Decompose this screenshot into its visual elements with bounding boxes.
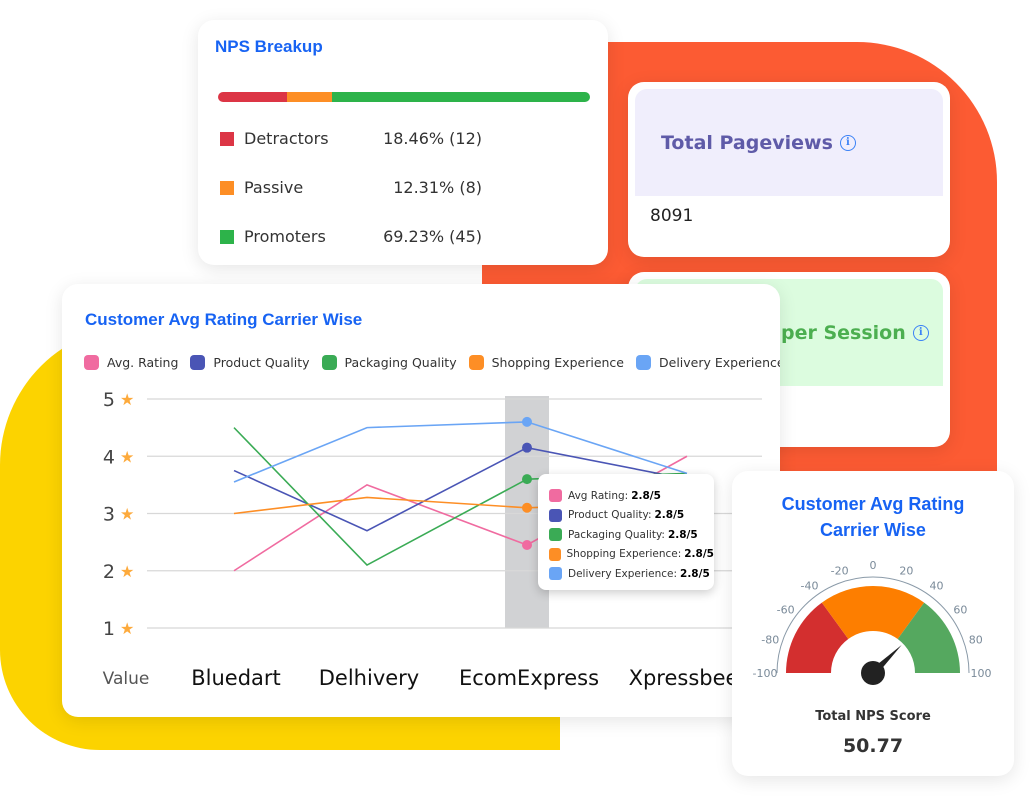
nps-label: Promoters	[244, 227, 326, 246]
y-tick-label: 4	[103, 446, 115, 468]
total-pageviews-title: Total Pageviews	[661, 131, 833, 154]
gauge-tick-label: 80	[969, 634, 983, 647]
nps-row-detractors: Detractors 18.46% (12)	[220, 129, 482, 148]
gauge-needle-hub	[861, 661, 885, 685]
tooltip-swatch	[549, 528, 562, 542]
star-icon: ★	[120, 447, 134, 466]
tooltip-row: Delivery Experience: 2.8/5	[549, 564, 714, 584]
gauge-label: Total NPS Score	[815, 709, 931, 724]
total-pageviews-value: 8091	[650, 206, 694, 226]
tooltip-label: Packaging Quality:	[568, 528, 665, 541]
tooltip-label: Delivery Experience:	[568, 567, 678, 580]
star-icon: ★	[120, 562, 134, 581]
nps-value: 12.31% (8)	[393, 178, 482, 197]
data-point	[522, 474, 532, 485]
tooltip-swatch	[549, 508, 562, 522]
gauge-tick-label: 60	[953, 604, 967, 617]
star-icon: ★	[120, 505, 134, 524]
tooltip-value: 2.8/5	[680, 567, 710, 580]
chart-tooltip: Avg Rating: 2.8/5 Product Quality: 2.8/5 Pac…	[538, 474, 714, 590]
x-tick-label: EcomExpress	[459, 666, 599, 690]
tooltip-label: Shopping Experience:	[566, 548, 682, 561]
tooltip-row: Shopping Experience: 2.8/5	[549, 545, 714, 565]
info-icon[interactable]: i	[912, 324, 929, 341]
nps-bar-passive	[286, 92, 333, 102]
y-tick-label: 5	[103, 389, 115, 411]
tooltip-label: Avg Rating:	[568, 489, 629, 502]
x-tick-label: Delhivery	[319, 666, 419, 690]
tooltip-swatch	[549, 547, 561, 561]
tooltip-swatch	[549, 567, 562, 581]
data-point	[522, 416, 532, 427]
data-point	[522, 442, 532, 453]
nps-value: 69.23% (45)	[383, 227, 482, 246]
gauge-tick-label: 0	[870, 559, 877, 572]
nps-gauge-card: Customer Avg Rating Carrier Wise -100 -80…	[732, 471, 1014, 776]
nps-bar-promoters	[332, 92, 590, 102]
gauge-value: 50.77	[842, 735, 904, 757]
star-icon: ★	[120, 390, 134, 409]
nps-value: 18.46% (12)	[383, 129, 482, 148]
tooltip-value: 2.8/5	[667, 528, 698, 541]
x-axis-label: Value	[103, 669, 150, 689]
nps-row-passive: Passive 12.31% (8)	[220, 178, 482, 197]
nps-label: Detractors	[244, 129, 329, 148]
tooltip-label: Product Quality:	[568, 509, 652, 522]
passive-swatch	[220, 180, 234, 195]
tooltip-value: 2.8/5	[631, 489, 661, 502]
nps-label: Passive	[244, 178, 304, 197]
gauge-tick-label: -20	[831, 564, 849, 577]
tooltip-row: Product Quality: 2.8/5	[549, 506, 714, 526]
data-point	[522, 502, 532, 513]
x-tick-label: Bluedart	[191, 666, 281, 690]
tooltip-row: Packaging Quality: 2.8/5	[549, 525, 714, 545]
star-icon: ★	[120, 619, 134, 638]
total-pageviews-header: Total Pageviews i	[635, 89, 943, 196]
rating-chart-card: Customer Avg Rating Carrier Wise Avg. Ra…	[62, 284, 780, 717]
tooltip-swatch	[549, 489, 562, 503]
gauge-tick-label: -80	[761, 634, 779, 647]
promoters-swatch	[220, 229, 234, 244]
gauge-tick-label: -40	[801, 580, 819, 593]
gauge-tick-label: -60	[777, 604, 795, 617]
y-tick-label: 2	[103, 561, 115, 583]
nps-bar-detractors	[218, 92, 287, 102]
tooltip-value: 2.8/5	[684, 548, 714, 561]
gauge-tick-label: 20	[899, 564, 913, 577]
nps-stacked-bar	[218, 92, 590, 102]
gauge-tick-label: 40	[929, 580, 943, 593]
detractors-swatch	[220, 131, 234, 146]
data-point	[522, 539, 532, 550]
gauge-tick-label: 100	[971, 667, 992, 680]
nps-row-promoters: Promoters 69.23% (45)	[220, 227, 482, 246]
gauge-chart: -100 -80 -60 -40 -20 0 20 40 60 80 100	[753, 559, 992, 685]
y-tick-label: 3	[103, 504, 115, 526]
series-line	[233, 421, 688, 483]
tooltip-value: 2.8/5	[654, 509, 685, 522]
info-icon[interactable]: i	[839, 134, 856, 151]
gauge-tick-label: -100	[753, 667, 778, 680]
total-pageviews-card: Total Pageviews i 8091	[628, 82, 950, 257]
y-tick-label: 1	[103, 618, 115, 640]
nps-breakup-title: NPS Breakup	[215, 37, 323, 56]
nps-breakup-card: NPS Breakup Detractors 18.46% (12) Passi…	[198, 20, 608, 265]
tooltip-row: Avg Rating: 2.8/5	[549, 486, 714, 506]
